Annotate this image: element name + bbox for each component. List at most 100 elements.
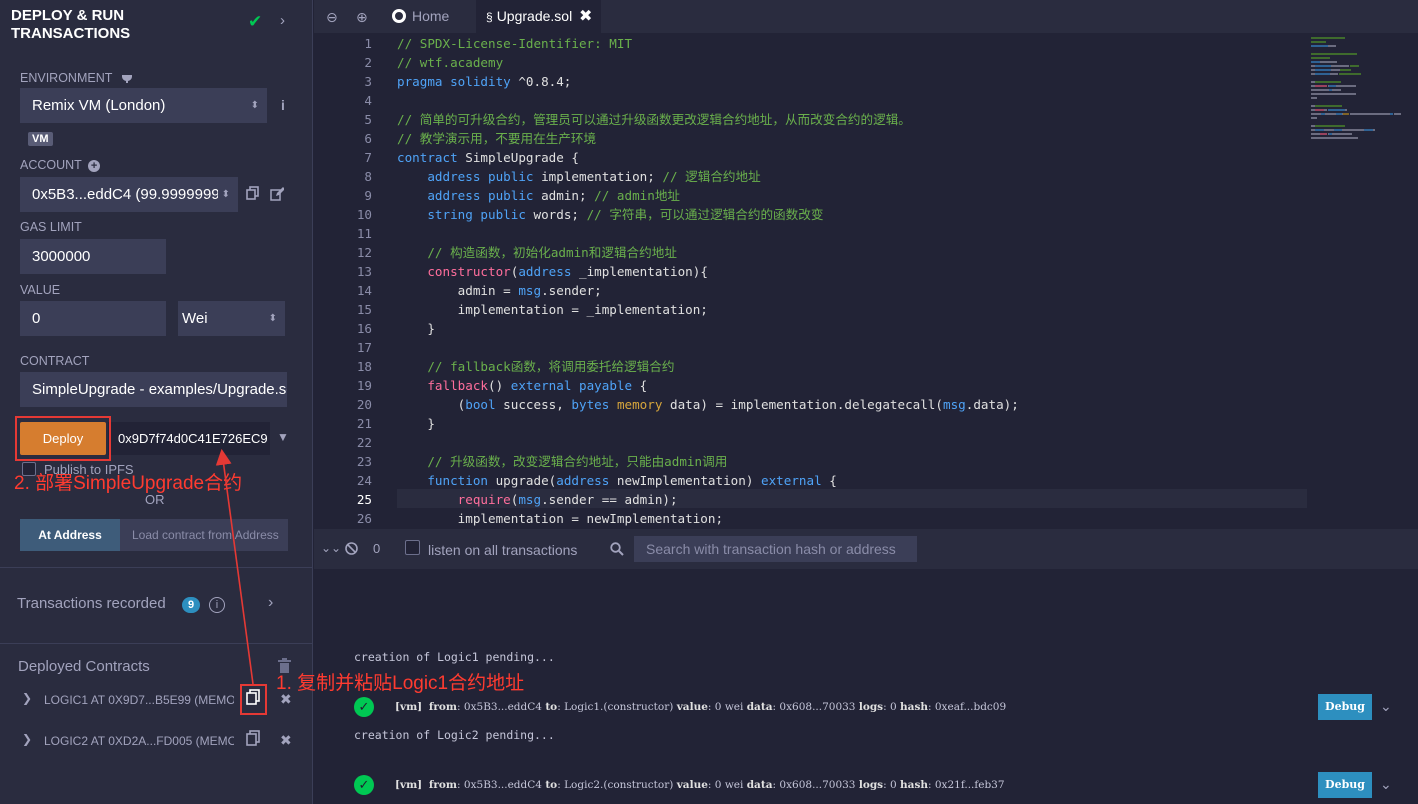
code-line[interactable]: 5 // 简单的可升级合约，管理员可以通过升级函数更改逻辑合约地址，从而改变合约的… xyxy=(314,110,1307,129)
deployed-contract-name: LOGIC2 AT 0XD2A...FD005 (MEMORY) xyxy=(44,734,234,748)
code-line[interactable]: 3 pragma solidity ^0.8.4; xyxy=(314,72,1307,91)
line-source: // 教学演示用，不要用在生产环境 xyxy=(397,131,597,146)
tx-summary[interactable]: [vm] from: 0x5B3...eddC4 to: Logic2.(con… xyxy=(395,779,1005,791)
minimap-segment xyxy=(1329,73,1339,75)
clear-icon[interactable] xyxy=(345,542,358,555)
line-number: 22 xyxy=(356,435,372,450)
minimap-segment xyxy=(1327,45,1337,47)
code-line[interactable]: 4 xyxy=(314,91,1307,110)
deploy-run-panel: DEPLOY & RUN TRANSACTIONS ✔ › ENVIRONMEN… xyxy=(0,0,313,804)
minimap-segment xyxy=(1311,53,1358,55)
code-line[interactable]: 1 // SPDX-License-Identifier: MIT xyxy=(314,34,1307,53)
close-icon[interactable]: ✖ xyxy=(280,732,292,749)
info-icon[interactable]: i xyxy=(209,597,225,613)
minimap-segment xyxy=(1319,133,1328,135)
code-line[interactable]: 26 implementation = newImplementation; xyxy=(314,509,1307,528)
minimap-segment xyxy=(1325,113,1337,115)
code-line[interactable]: 8 address public implementation; // 逻辑合约… xyxy=(314,167,1307,186)
line-number: 6 xyxy=(364,131,372,146)
minimap-segment xyxy=(1315,109,1325,111)
tab-home[interactable]: Home xyxy=(382,0,474,33)
edit-icon[interactable] xyxy=(270,187,284,201)
close-tab-icon[interactable]: ✖ xyxy=(579,0,592,33)
line-number: 9 xyxy=(364,188,372,203)
highlight-box-deploy xyxy=(15,416,111,461)
code-line[interactable]: 23 // 升级函数，改变逻辑合约地址，只能由admin调用 xyxy=(314,452,1307,471)
contract-label: CONTRACT xyxy=(20,354,90,368)
code-line[interactable]: 15 implementation = _implementation; xyxy=(314,300,1307,319)
copy-icon[interactable] xyxy=(246,186,260,200)
select-arrows-icon: ⬍ xyxy=(217,177,230,212)
minimap-segment xyxy=(1315,105,1342,107)
code-editor[interactable]: 1 // SPDX-License-Identifier: MIT 2 // wtf.… xyxy=(314,33,1418,529)
copy-icon[interactable] xyxy=(246,730,260,746)
code-line[interactable]: 10 string public words; // 字符串，可以通过逻辑合约的… xyxy=(314,205,1307,224)
line-source: } xyxy=(397,321,435,336)
collapse-terminal-icon[interactable]: ⌄⌄ xyxy=(321,541,341,555)
highlight-box-copy xyxy=(240,684,267,715)
gas-limit-input[interactable]: 3000000 xyxy=(20,239,166,274)
chevron-down-icon[interactable]: ▼ xyxy=(277,430,289,444)
line-source: address public implementation; // 逻辑合约地址 xyxy=(427,169,761,184)
chevron-right-icon[interactable]: ❯ xyxy=(22,691,32,705)
zoom-in-icon[interactable]: ⊕ xyxy=(356,9,368,26)
value-input[interactable]: 0 xyxy=(20,301,166,336)
chevron-down-icon[interactable]: ⌄ xyxy=(1380,698,1392,715)
code-line[interactable]: 16 } xyxy=(314,319,1307,338)
minimap-segment xyxy=(1311,113,1321,115)
line-number: 24 xyxy=(356,473,372,488)
account-label: ACCOUNT + xyxy=(20,158,101,172)
account-select[interactable]: 0x5B3...eddC4 (99.99999999 ⬍ xyxy=(20,177,238,212)
load-contract-address-input[interactable]: Load contract from Address xyxy=(120,519,288,551)
line-number: 18 xyxy=(356,359,372,374)
zoom-out-icon[interactable]: ⊖ xyxy=(326,9,338,26)
code-line[interactable]: 25 require(msg.sender == admin); xyxy=(314,490,1307,509)
pending-tx-count: 0 xyxy=(373,541,381,556)
constructor-address-input[interactable]: 0x9D7f74d0C41E726EC9 xyxy=(108,422,270,455)
code-line[interactable]: 13 constructor(address _implementation){ xyxy=(314,262,1307,281)
code-line[interactable]: 18 // fallback函数，将调用委托给逻辑合约 xyxy=(314,357,1307,376)
plus-circle-icon[interactable]: + xyxy=(88,160,101,172)
search-transactions-input[interactable]: Search with transaction hash or address xyxy=(634,536,917,562)
line-number: 16 xyxy=(356,321,372,336)
deployed-contract-item[interactable]: ❯ LOGIC2 AT 0XD2A...FD005 (MEMORY) ✖ xyxy=(0,726,313,756)
chevron-right-icon[interactable]: ❯ xyxy=(22,732,32,746)
tab-upgrade-sol[interactable]: § Upgrade.sol ✖ xyxy=(476,0,601,33)
tx-summary[interactable]: [vm] from: 0x5B3...eddC4 to: Logic1.(con… xyxy=(395,701,1006,713)
minimap-segment xyxy=(1372,129,1375,131)
minimap-segment xyxy=(1311,137,1359,139)
code-line[interactable]: 22 xyxy=(314,433,1307,452)
check-icon: ✔ xyxy=(248,12,263,31)
line-source: // wtf.academy xyxy=(397,55,504,70)
code-line[interactable]: 14 admin = msg.sender; xyxy=(314,281,1307,300)
code-line[interactable]: 21 } xyxy=(314,414,1307,433)
code-line[interactable]: 2 // wtf.academy xyxy=(314,53,1307,72)
divider xyxy=(0,643,313,644)
line-source: require(msg.sender == admin); xyxy=(457,492,678,507)
code-line[interactable]: 11 xyxy=(314,224,1307,243)
line-source: string public words; // 字符串，可以通过逻辑合约的函数改… xyxy=(427,207,824,222)
minimap-segment xyxy=(1311,93,1357,95)
contract-select[interactable]: SimpleUpgrade - examples/Upgrade.sol xyxy=(20,372,287,407)
check-circle-icon: ✓ xyxy=(354,775,374,795)
chevron-right-icon[interactable]: › xyxy=(268,594,273,612)
at-address-button[interactable]: At Address xyxy=(20,519,120,551)
debug-button[interactable]: Debug xyxy=(1318,694,1372,720)
line-source: implementation = _implementation; xyxy=(397,302,708,317)
value-unit-select[interactable]: Wei ⬍ xyxy=(178,301,285,336)
code-line[interactable]: 19 fallback() external payable { xyxy=(314,376,1307,395)
chevron-right-icon[interactable]: › xyxy=(280,12,285,29)
info-icon[interactable]: i xyxy=(281,97,285,113)
code-line[interactable]: 9 address public admin; // admin地址 xyxy=(314,186,1307,205)
code-line[interactable]: 20 (bool success, bytes memory data) = i… xyxy=(314,395,1307,414)
code-line[interactable]: 6 // 教学演示用，不要用在生产环境 xyxy=(314,129,1307,148)
code-line[interactable]: 7 contract SimpleUpgrade { xyxy=(314,148,1307,167)
code-line[interactable]: 12 // 构造函数，初始化admin和逻辑合约地址 xyxy=(314,243,1307,262)
environment-select[interactable]: Remix VM (London) ⬍ xyxy=(20,88,267,123)
chevron-down-icon[interactable]: ⌄ xyxy=(1380,776,1392,793)
listen-all-checkbox[interactable] xyxy=(405,540,420,555)
code-line[interactable]: 17 xyxy=(314,338,1307,357)
code-line[interactable]: 24 function upgrade(address newImplement… xyxy=(314,471,1307,490)
code-minimap[interactable] xyxy=(1307,33,1418,529)
debug-button[interactable]: Debug xyxy=(1318,772,1372,798)
